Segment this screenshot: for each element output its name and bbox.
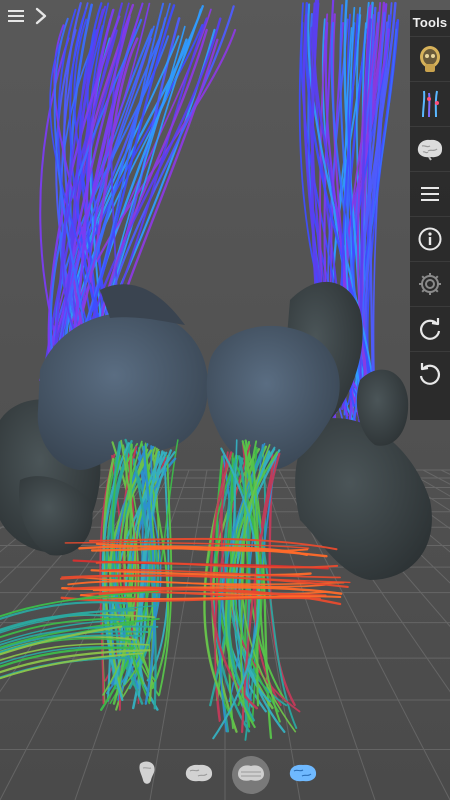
brain-stem-view[interactable] [128,756,166,794]
brain-icon [415,137,445,161]
list-menu-icon [420,186,440,202]
tools-title: Tools [412,15,448,30]
menu-tool[interactable] [410,171,450,216]
head-skull-icon [417,44,443,74]
brain-tractography-scene[interactable] [0,0,450,800]
fiber-tracts-tool[interactable] [410,81,450,126]
rotate-ccw-tool[interactable] [410,351,450,396]
chevron-right-icon[interactable] [30,5,52,27]
tract-view[interactable] [284,756,322,794]
brain-tool[interactable] [410,126,450,171]
settings-tool[interactable] [410,261,450,306]
tools-panel: Tools [410,10,450,420]
info-tool[interactable] [410,216,450,261]
gear-icon [416,270,444,298]
rotate-counterclockwise-icon [417,361,443,387]
head-model-tool[interactable] [410,36,450,81]
cerebellum-icon [236,762,266,789]
brainstem-icon [136,760,158,791]
cerebellum-view[interactable] [232,756,270,794]
cerebrum-view[interactable] [180,756,218,794]
fiber-tracts-icon [417,89,443,119]
rotate-clockwise-icon [417,316,443,342]
rotate-cw-tool[interactable] [410,306,450,351]
top-left-controls [6,4,52,28]
info-icon [417,226,443,252]
view-selector-bar [0,750,450,800]
hamburger-menu-icon[interactable] [6,5,28,27]
tract-brain-icon [288,762,318,789]
3d-viewport[interactable] [0,0,450,800]
cerebrum-icon [184,762,214,789]
